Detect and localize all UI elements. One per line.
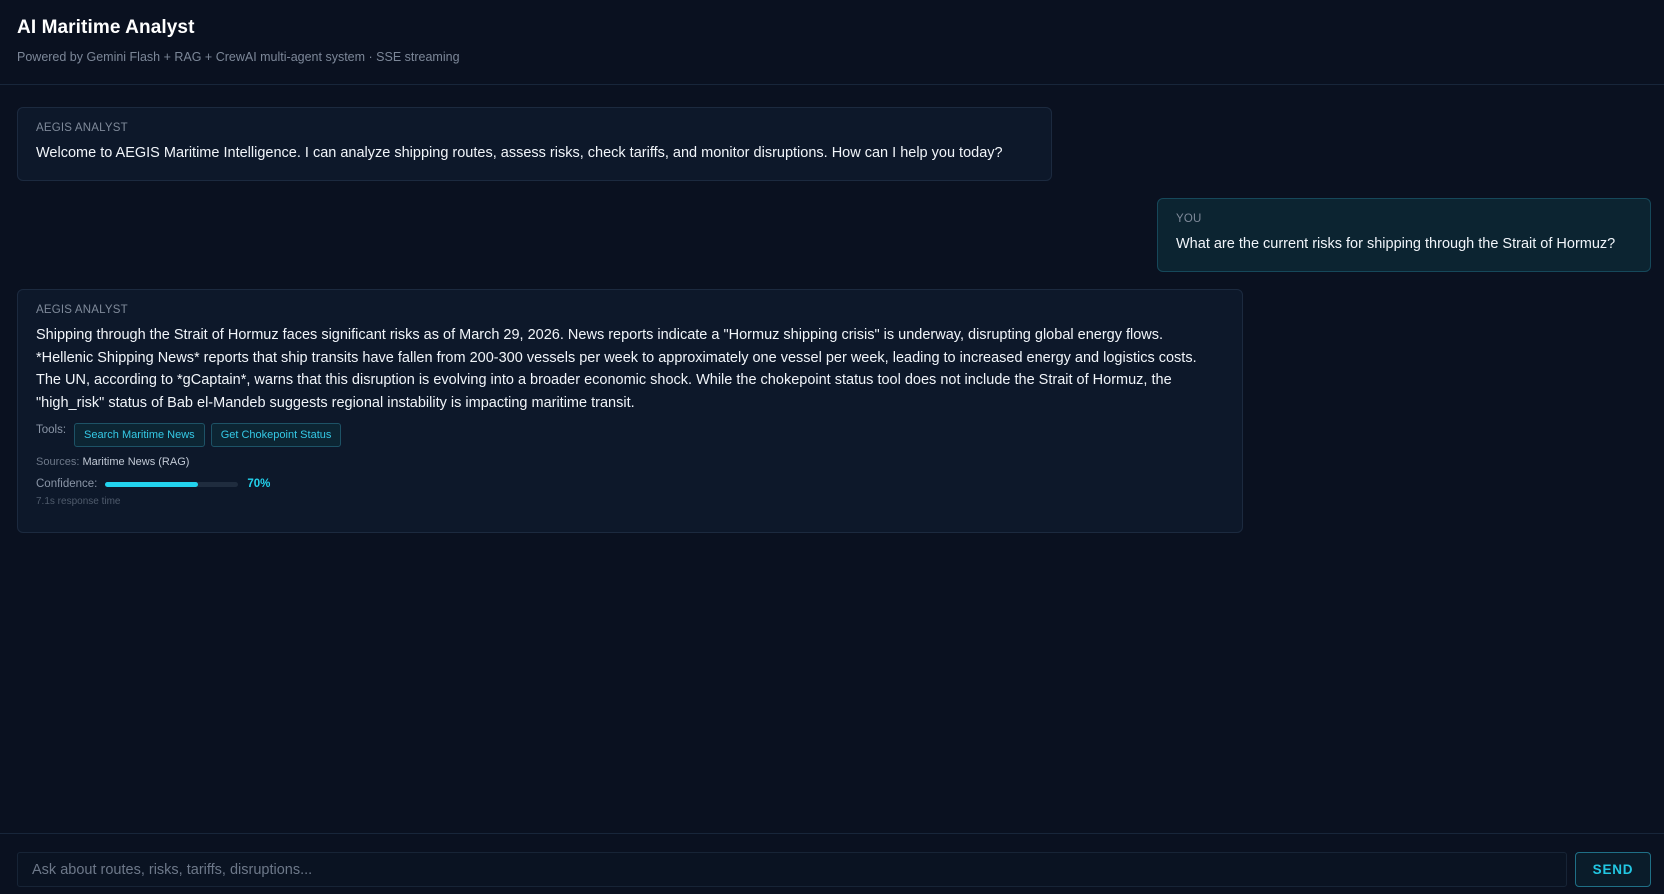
composer: SEND bbox=[0, 833, 1664, 894]
chat-thread[interactable]: AEGIS ANALYST Welcome to AEGIS Maritime … bbox=[0, 86, 1664, 832]
confidence-bar bbox=[105, 481, 239, 487]
page-subtitle: Powered by Gemini Flash + RAG + CrewAI m… bbox=[17, 50, 460, 64]
message-role: AEGIS ANALYST bbox=[36, 304, 128, 316]
confidence-bar-fill bbox=[105, 481, 199, 487]
message-text: Shipping through the Strait of Hormuz fa… bbox=[36, 327, 1197, 411]
chat-input[interactable] bbox=[17, 852, 1567, 887]
send-button[interactable]: SEND bbox=[1575, 852, 1651, 887]
analyst-message: AEGIS ANALYST Welcome to AEGIS Maritime … bbox=[17, 107, 1052, 181]
tool-chip-search-maritime-news[interactable]: Search Maritime News bbox=[74, 423, 205, 447]
message-role: YOU bbox=[1176, 213, 1202, 225]
sources: Sources: Maritime News (RAG) bbox=[36, 456, 1224, 468]
confidence-percent: 70% bbox=[247, 478, 271, 490]
confidence-label: Confidence: bbox=[36, 478, 98, 490]
sources-value: Maritime News (RAG) bbox=[82, 456, 190, 468]
response-time: 7.1s response time bbox=[36, 496, 121, 507]
message-text: What are the current risks for shipping … bbox=[1176, 236, 1616, 252]
message-role: AEGIS ANALYST bbox=[36, 122, 128, 134]
confidence: Confidence: 70% bbox=[36, 478, 1224, 490]
app-root: AI Maritime Analyst Powered by Gemini Fl… bbox=[0, 0, 1664, 894]
page-title: AI Maritime Analyst bbox=[17, 17, 195, 38]
tool-chip-get-chokepoint-status[interactable]: Get Chokepoint Status bbox=[210, 423, 342, 447]
sources-label: Sources: bbox=[36, 456, 80, 468]
user-message: YOU What are the current risks for shipp… bbox=[1157, 198, 1651, 272]
tools-used: Tools: Search Maritime News Get Chokepoi… bbox=[36, 423, 1224, 447]
tools-label: Tools: bbox=[36, 424, 67, 436]
page-header: AI Maritime Analyst Powered by Gemini Fl… bbox=[0, 0, 1664, 85]
analyst-message: AEGIS ANALYST Shipping through the Strai… bbox=[17, 289, 1243, 533]
message-text: Welcome to AEGIS Maritime Intelligence. … bbox=[36, 145, 1003, 161]
